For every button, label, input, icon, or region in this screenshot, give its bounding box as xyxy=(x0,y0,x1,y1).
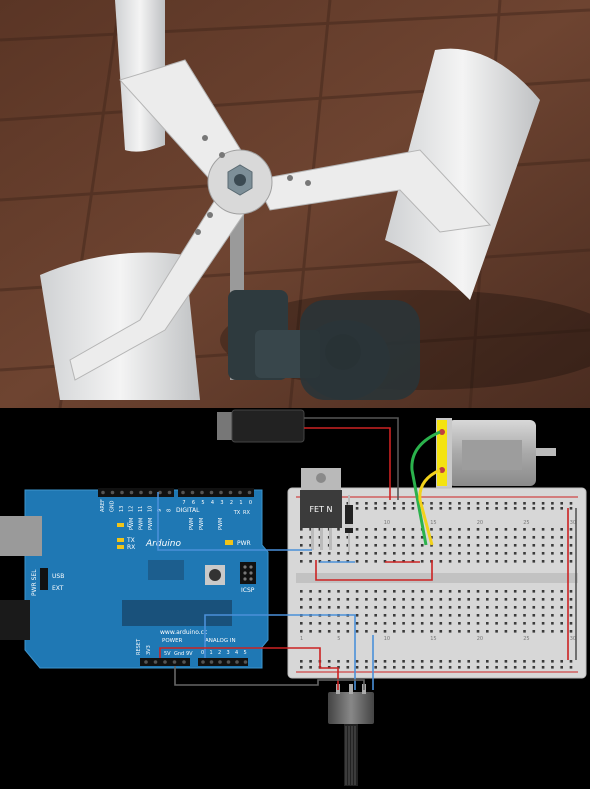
bb-col-number: 1 xyxy=(300,636,303,642)
pwm-label: PWM xyxy=(218,518,224,530)
circuit-diagram: 115510101515202025253030 FET N xyxy=(0,408,590,789)
usb-label: USB xyxy=(52,573,64,580)
led-rx xyxy=(117,545,124,549)
pwm-label: PWM xyxy=(189,518,195,530)
digital-pin-label: 10 xyxy=(148,506,154,512)
analog-pin-label: 0 xyxy=(201,650,204,656)
led-pwr-label: PWR xyxy=(237,540,251,547)
power-pin-label: 5V xyxy=(164,651,171,657)
power-pin-label: 3V3 xyxy=(146,645,152,655)
bb-col-number: 25 xyxy=(523,636,529,642)
digital-pin-label: 0 xyxy=(249,500,252,506)
pwr-sel-jumper xyxy=(40,568,48,590)
icsp-label: ICSP xyxy=(241,587,255,594)
digital-pin-label: 7 xyxy=(182,500,185,506)
chip-small xyxy=(148,560,184,580)
digital-label: DIGITAL xyxy=(176,507,200,514)
digital-pin-label: AREF xyxy=(100,499,106,512)
bb-col-number: 10 xyxy=(384,636,390,642)
digital-pin-label: GND xyxy=(110,500,116,512)
bb-col-number: 5 xyxy=(337,636,340,642)
ext-label: EXT xyxy=(52,585,64,592)
analog-pin-label: 5 xyxy=(244,650,247,656)
bb-col-number: 30 xyxy=(570,520,576,526)
arduino-brand: Arduino xyxy=(145,539,181,549)
analog-pin-label: 3 xyxy=(227,650,230,656)
led-rx-label: RX xyxy=(127,544,135,551)
power-pin-label: 9V xyxy=(186,651,193,657)
pwm-label: PWM xyxy=(139,518,145,530)
pwm-label: PWM xyxy=(199,518,205,530)
led-tx xyxy=(117,538,124,542)
bb-col-number: 15 xyxy=(430,520,436,526)
analog-header xyxy=(198,658,248,666)
power-jack xyxy=(0,600,30,640)
txrx-label: RX xyxy=(243,510,250,516)
digital-pin-label: 6 xyxy=(192,500,195,506)
digital-header-left xyxy=(98,488,174,497)
digital-pin-label: 11 xyxy=(138,506,144,512)
power-pin-label: RESET xyxy=(136,638,142,655)
turbine-photo xyxy=(0,0,590,409)
fet-label: FET N xyxy=(309,505,332,514)
analog-pin-label: 1 xyxy=(210,650,213,656)
led-l xyxy=(117,523,124,527)
digital-pin-label: 1 xyxy=(239,500,242,506)
power-pin-label: Gnd xyxy=(174,651,184,657)
bb-col-number: 30 xyxy=(570,636,576,642)
analog-label: ANALOG IN xyxy=(205,638,236,644)
digital-pin-label: 4 xyxy=(211,500,214,506)
bb-col-number: 20 xyxy=(477,520,483,526)
scene: 115510101515202025253030 FET N xyxy=(0,0,590,789)
analog-pin-label: 4 xyxy=(235,650,238,656)
digital-pin-label: 12 xyxy=(129,506,135,512)
led-tx-label: TX xyxy=(126,537,135,544)
bb-col-number: 20 xyxy=(477,636,483,642)
hub-bolt xyxy=(234,174,246,186)
digital-pin-label: 13 xyxy=(119,506,125,512)
digital-pin-label: 5 xyxy=(201,500,204,506)
arduino-board: AREF GND 13 12 11 10 9 8PWM PWM PWM 7 6 5 4 3 2 1 0PWM PW… xyxy=(0,488,269,669)
pwr-sel-label: PWR SEL xyxy=(31,569,38,596)
digital-pin-label: 3 xyxy=(220,500,223,506)
led-pwr xyxy=(225,540,233,545)
txrx-label: TX xyxy=(233,510,241,516)
bb-col-number: 10 xyxy=(384,520,390,526)
dc-jack xyxy=(217,409,305,443)
bb-col-number: 25 xyxy=(523,520,529,526)
digital-pin-label: 8 xyxy=(167,509,173,512)
power-label: POWER xyxy=(162,638,183,644)
microcontroller-chip xyxy=(122,600,232,626)
digital-header-right xyxy=(178,488,254,497)
icsp-header xyxy=(240,562,256,584)
bb-col-number: 15 xyxy=(430,636,436,642)
analog-pin-label: 2 xyxy=(218,650,221,656)
digital-pin-label: 2 xyxy=(230,500,233,506)
pwm-label: PWM xyxy=(148,518,154,530)
usb-port xyxy=(0,516,42,556)
arduino-url: www.arduino.cc xyxy=(160,629,207,636)
stage: 115510101515202025253030 FET N xyxy=(0,0,590,789)
